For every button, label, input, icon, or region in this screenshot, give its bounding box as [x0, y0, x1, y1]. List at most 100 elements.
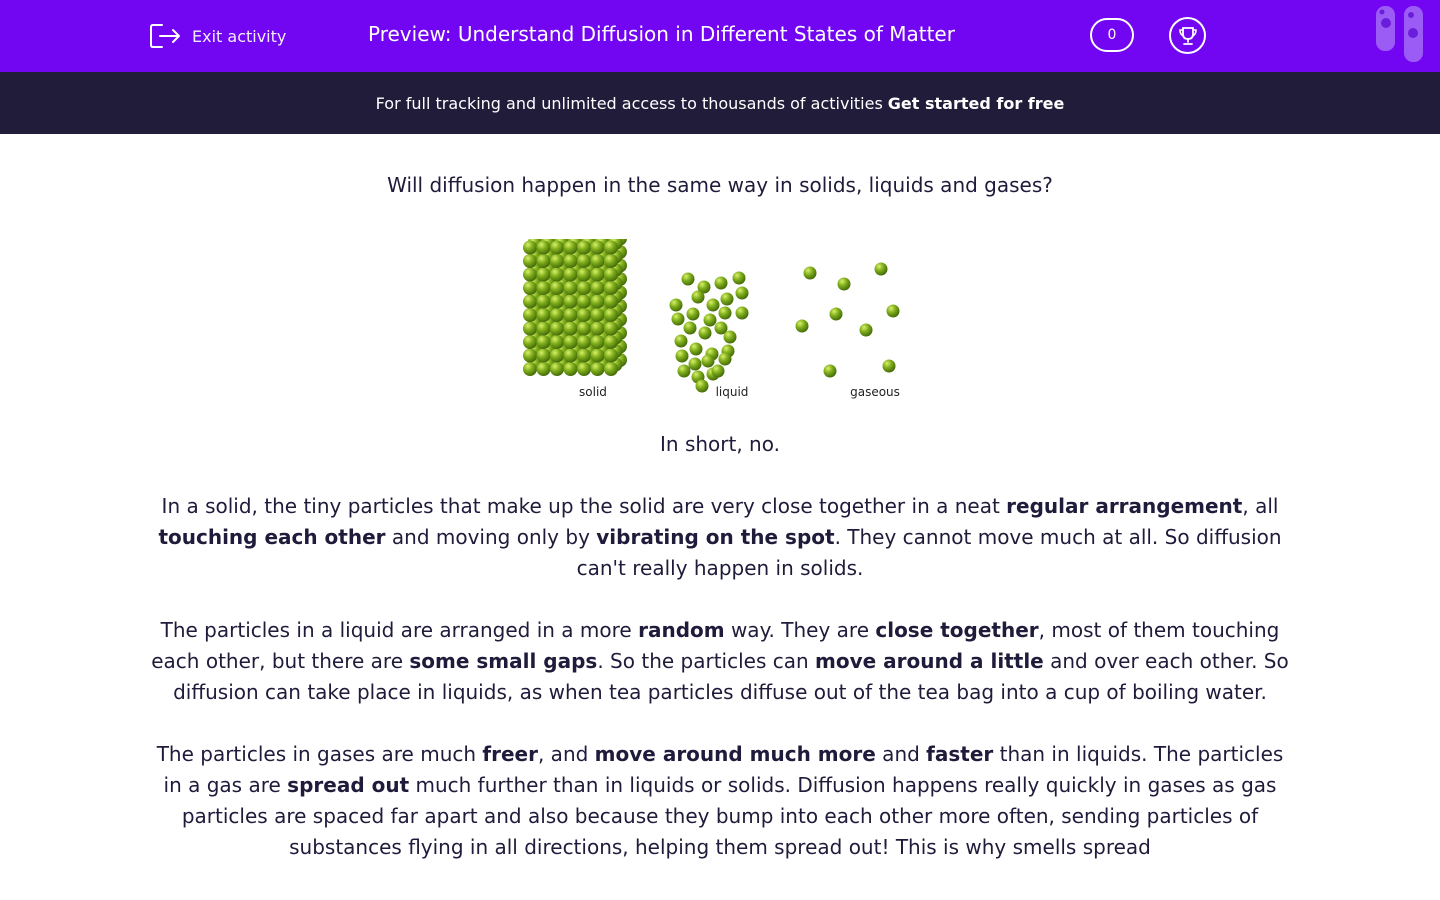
- particle: [563, 335, 578, 349]
- particle: [823, 364, 837, 378]
- particle: [550, 348, 564, 363]
- particle: [671, 312, 685, 326]
- particle: [563, 321, 578, 336]
- particle: [563, 281, 578, 295]
- particle: [675, 349, 689, 363]
- solid-label: solid: [579, 385, 607, 399]
- particle: [691, 290, 705, 304]
- particle: [590, 348, 605, 363]
- question-text: Will diffusion happen in the same way in…: [387, 173, 1053, 197]
- particle: [523, 348, 537, 363]
- particle: [550, 294, 564, 309]
- particle: [563, 362, 578, 376]
- particle: [837, 277, 851, 291]
- particle: [536, 308, 551, 322]
- particle: [550, 254, 564, 268]
- particle: [689, 342, 703, 356]
- particle: [718, 352, 732, 366]
- particle: [523, 308, 537, 322]
- particle: [577, 362, 591, 376]
- particle: [703, 313, 717, 327]
- trophy-button[interactable]: [1169, 17, 1206, 54]
- particle: [590, 281, 605, 295]
- particle: [550, 308, 564, 322]
- particle: [714, 276, 728, 290]
- particle: [706, 298, 720, 312]
- particle: [803, 266, 817, 280]
- particle: [563, 348, 578, 363]
- particle: [604, 281, 618, 295]
- particle: [604, 335, 618, 349]
- particle: [723, 330, 737, 344]
- particle: [674, 334, 688, 348]
- states-of-matter-figure: solid liquid gaseous: [520, 231, 920, 409]
- particle: [718, 306, 732, 320]
- particle: [577, 254, 591, 268]
- particle: [886, 304, 900, 318]
- particle: [735, 286, 749, 300]
- particle: [523, 267, 537, 282]
- particle: [604, 240, 618, 255]
- particle: [683, 321, 697, 335]
- particle: [536, 267, 551, 282]
- particle: [590, 254, 605, 268]
- particle: [550, 335, 564, 349]
- particle: [523, 335, 537, 349]
- short-answer: In short, no.: [660, 432, 780, 456]
- particle: [550, 240, 564, 255]
- particle: [550, 267, 564, 282]
- particle: [604, 308, 618, 322]
- top-bar: Exit activity Preview: Understand Diffus…: [0, 0, 1440, 72]
- particle: [550, 321, 564, 336]
- particle: [536, 335, 551, 349]
- particle: [590, 362, 605, 376]
- particle: [590, 321, 605, 336]
- particle: [688, 357, 702, 371]
- particle: [686, 307, 700, 321]
- particle: [720, 292, 734, 306]
- particle: [523, 321, 537, 336]
- particle: [590, 335, 605, 349]
- liquid-paragraph: The particles in a liquid are arranged i…: [151, 618, 1289, 704]
- particle: [590, 267, 605, 282]
- particle: [523, 254, 537, 268]
- gas-paragraph: The particles in gases are much freer, a…: [156, 742, 1284, 859]
- particle: [590, 308, 605, 322]
- particle: [604, 294, 618, 309]
- particle: [577, 240, 591, 255]
- solid-paragraph: In a solid, the tiny particles that make…: [158, 494, 1282, 580]
- score-badge: 0: [1090, 18, 1134, 52]
- particle: [874, 262, 888, 276]
- particle: [523, 240, 537, 255]
- particle: [859, 323, 873, 337]
- exit-activity-button[interactable]: Exit activity: [148, 20, 286, 52]
- particle: [669, 298, 683, 312]
- gaseous-label: gaseous: [850, 385, 900, 399]
- particle: [604, 321, 618, 336]
- particle: [829, 307, 843, 321]
- particle: [577, 281, 591, 295]
- particle: [523, 281, 537, 295]
- exit-label: Exit activity: [192, 26, 287, 46]
- particle: [604, 348, 618, 363]
- particle: [536, 348, 551, 363]
- particle: [590, 240, 605, 255]
- particle: [590, 294, 605, 309]
- particle: [523, 362, 537, 376]
- particle: [563, 267, 578, 282]
- particle: [577, 308, 591, 322]
- test-tubes-logo: [1376, 6, 1423, 62]
- particle: [698, 326, 712, 340]
- get-started-link[interactable]: Get started for free: [888, 94, 1065, 113]
- trophy-icon: [1178, 26, 1197, 45]
- exit-icon: [150, 24, 180, 48]
- liquid-label: liquid: [716, 385, 749, 399]
- particle: [732, 271, 746, 285]
- particle: [577, 294, 591, 309]
- particle: [550, 362, 564, 376]
- particle: [563, 240, 578, 255]
- particle: [604, 254, 618, 268]
- particle: [677, 364, 691, 378]
- particle: [577, 267, 591, 282]
- particle: [577, 335, 591, 349]
